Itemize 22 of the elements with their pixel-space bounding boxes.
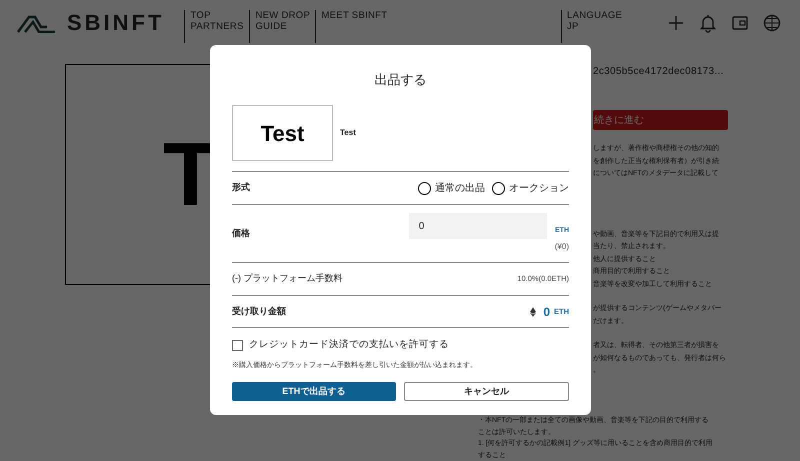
checkbox[interactable] [232, 340, 243, 351]
globe-icon[interactable] [762, 12, 782, 32]
field-label: (-) プラットフォーム手数料 [232, 272, 342, 286]
list-button[interactable]: ETHで出品する [232, 382, 396, 401]
thumbnail-text: Test [260, 120, 304, 148]
radio-option[interactable]: オークション [492, 180, 569, 196]
ethereum-icon [530, 306, 536, 316]
token-id: 2c305b5ce4172dec08173... [593, 65, 725, 79]
cancel-button[interactable]: キャンセル [404, 382, 569, 401]
modal-title: 出品する [374, 71, 428, 88]
field-label: 受け取り金額 [232, 304, 286, 318]
price-field[interactable]: 0 [408, 213, 547, 239]
item-name: Test [340, 127, 356, 139]
field-label: 価格 [232, 226, 250, 240]
field-label: 形式 [232, 181, 250, 194]
credit-card-option[interactable]: クレジットカード決済での支払いを許可する [232, 338, 569, 352]
yen-value: (¥0) [554, 240, 569, 253]
receive-amount: 0 [543, 304, 550, 320]
radio-button[interactable] [492, 182, 505, 194]
radio-option[interactable]: 通常の出品 [418, 180, 485, 196]
radio-button[interactable] [418, 182, 431, 194]
bell-icon[interactable] [698, 12, 718, 32]
